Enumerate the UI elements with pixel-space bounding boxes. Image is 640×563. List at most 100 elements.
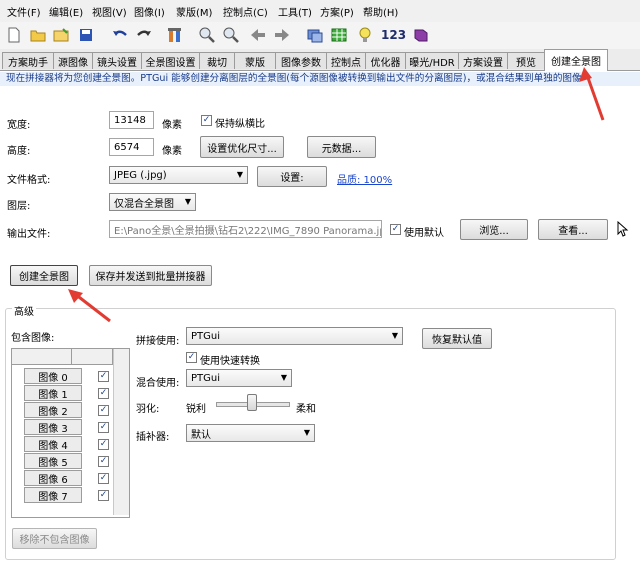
panorama-editor-icon[interactable] (306, 26, 324, 44)
zoom-out-icon[interactable] (222, 26, 240, 44)
control-point-table-icon[interactable] (330, 26, 348, 44)
table-row: 图像 6 ✓ (24, 470, 126, 487)
layers-select[interactable]: 仅混合全景图 ▼ (109, 193, 196, 211)
include-images-label: 包含图像: (11, 333, 55, 344)
table-row: 图像 3 ✓ (24, 419, 126, 436)
tab-control-points[interactable]: 控制点 (326, 52, 366, 69)
menu-tools[interactable]: 工具(T) (278, 4, 312, 19)
include-image-checkbox[interactable]: ✓ (98, 388, 109, 399)
table-header-name (12, 349, 72, 365)
dropdown-arrow-icon: ▼ (303, 428, 310, 437)
image-name: 图像 4 (24, 436, 82, 452)
dropdown-arrow-icon: ▼ (391, 331, 398, 340)
table-header-check (72, 349, 113, 365)
browse-button[interactable]: 浏览... (460, 219, 528, 240)
include-image-checkbox[interactable]: ✓ (98, 456, 109, 467)
lens-tools-icon[interactable] (166, 26, 184, 44)
tab-panorama-settings[interactable]: 全景图设置 (141, 52, 200, 69)
tab-project-settings[interactable]: 方案设置 (458, 52, 508, 69)
output-file-input[interactable]: E:\Pano全景\全景拍摄\钻石2\222\IMG_7890 Panorama… (109, 220, 382, 238)
view-button[interactable]: 查看... (538, 219, 608, 240)
remove-excluded-images-button[interactable]: 移除不包含图像 (12, 528, 97, 549)
menu-view[interactable]: 视图(V) (92, 4, 127, 19)
tab-source-images[interactable]: 源图像 (53, 52, 93, 69)
set-optimal-size-button[interactable]: 设置优化尺寸... (200, 136, 284, 158)
menu-edit[interactable]: 编辑(E) (49, 4, 83, 19)
tab-image-parameters[interactable]: 图像参数 (275, 52, 327, 69)
include-image-checkbox[interactable]: ✓ (98, 439, 109, 450)
interpolator-label: 插补器: (136, 432, 170, 443)
quality-link[interactable]: 品质: 100% (337, 171, 392, 186)
advanced-title: 高级 (12, 303, 36, 318)
tab-create-panorama[interactable]: 创建全景图 (544, 49, 608, 71)
open-folder-icon[interactable] (29, 26, 47, 44)
height-unit: 像素 (162, 146, 182, 157)
save-icon[interactable] (77, 26, 95, 44)
image-name: 图像 3 (24, 419, 82, 435)
stitcher-select[interactable]: PTGui ▼ (186, 327, 403, 345)
tab-mask[interactable]: 蒙版 (234, 52, 276, 69)
table-row: 图像 7 ✓ (24, 487, 126, 504)
tab-lens-settings[interactable]: 镜头设置 (92, 52, 142, 69)
width-input[interactable]: 13148 (109, 111, 154, 129)
mouse-cursor-icon (617, 220, 629, 240)
image-name: 图像 6 (24, 470, 82, 486)
metadata-button[interactable]: 元数据... (307, 136, 376, 158)
menu-file[interactable]: 文件(F) (7, 4, 41, 19)
keep-ratio-checkbox[interactable]: ✓ (201, 115, 212, 126)
arrow-left-icon[interactable] (249, 26, 267, 44)
include-image-checkbox[interactable]: ✓ (98, 490, 109, 501)
info-line: 现在拼接器将为您创建全景图。PTGui 能够创建分离图层的全景图(每个源图像被转… (0, 72, 640, 86)
menu-image[interactable]: 图像(I) (134, 4, 165, 19)
tab-project-assistant[interactable]: 方案助手 (2, 52, 54, 69)
numbers-icon[interactable]: 123 (381, 28, 406, 42)
feather-soft-label: 柔和 (296, 404, 316, 415)
create-panorama-button[interactable]: 创建全景图 (10, 265, 78, 286)
tab-optimizer[interactable]: 优化器 (365, 52, 406, 69)
height-label: 高度: (7, 146, 31, 157)
table-row: 图像 0 ✓ (24, 368, 126, 385)
file-format-select[interactable]: JPEG (.jpg) ▼ (109, 166, 248, 184)
use-default-checkbox[interactable]: ✓ (390, 224, 401, 235)
optimize-lightbulb-icon[interactable] (356, 26, 374, 44)
fast-transform-checkbox[interactable]: ✓ (186, 352, 197, 363)
new-file-icon[interactable] (5, 26, 23, 44)
include-image-checkbox[interactable]: ✓ (98, 405, 109, 416)
dropdown-arrow-icon: ▼ (236, 170, 243, 179)
dropdown-arrow-icon: ▼ (184, 197, 191, 206)
redo-icon[interactable] (135, 26, 153, 44)
image-name: 图像 5 (24, 453, 82, 469)
include-image-checkbox[interactable]: ✓ (98, 422, 109, 433)
arrow-right-icon[interactable] (273, 26, 291, 44)
fast-transform-label: 使用快速转换 (200, 356, 260, 367)
menu-project[interactable]: 方案(P) (320, 4, 354, 19)
menu-help[interactable]: 帮助(H) (363, 4, 398, 19)
include-image-checkbox[interactable]: ✓ (98, 371, 109, 382)
undo-icon[interactable] (111, 26, 129, 44)
tab-preview[interactable]: 预览 (507, 52, 545, 69)
height-input[interactable]: 6574 (109, 138, 154, 156)
tab-exposure-hdr[interactable]: 曝光/HDR (405, 52, 459, 69)
image-name: 图像 7 (24, 487, 82, 503)
layers-label: 图层: (7, 201, 31, 212)
menu-control-points[interactable]: 控制点(C) (223, 4, 268, 19)
table-row: 图像 1 ✓ (24, 385, 126, 402)
width-unit: 像素 (162, 120, 182, 131)
include-images-table: 图像 0 ✓ 图像 1 ✓ 图像 2 ✓ 图像 3 ✓ 图像 4 ✓ 图像 5 ✓ 图像 6… (11, 348, 130, 518)
feather-slider-thumb[interactable] (247, 394, 257, 411)
book-icon[interactable] (412, 26, 430, 44)
output-file-label: 输出文件: (7, 229, 51, 240)
include-image-checkbox[interactable]: ✓ (98, 473, 109, 484)
save-send-batch-button[interactable]: 保存并发送到批量拼接器 (89, 265, 212, 286)
tab-crop[interactable]: 裁切 (199, 52, 235, 69)
width-label: 宽度: (7, 120, 31, 131)
zoom-in-icon[interactable] (198, 26, 216, 44)
interpolator-select[interactable]: 默认 ▼ (186, 424, 315, 442)
add-images-icon[interactable] (52, 26, 70, 44)
blend-select[interactable]: PTGui ▼ (186, 369, 292, 387)
image-name: 图像 0 (24, 368, 82, 384)
restore-defaults-button[interactable]: 恢复默认值 (422, 328, 492, 349)
settings-button[interactable]: 设置: (257, 166, 327, 187)
menu-mask[interactable]: 蒙版(M) (176, 4, 212, 19)
menu-bar: 文件(F) 编辑(E) 视图(V) 图像(I) 蒙版(M) 控制点(C) 工具(… (0, 0, 640, 23)
